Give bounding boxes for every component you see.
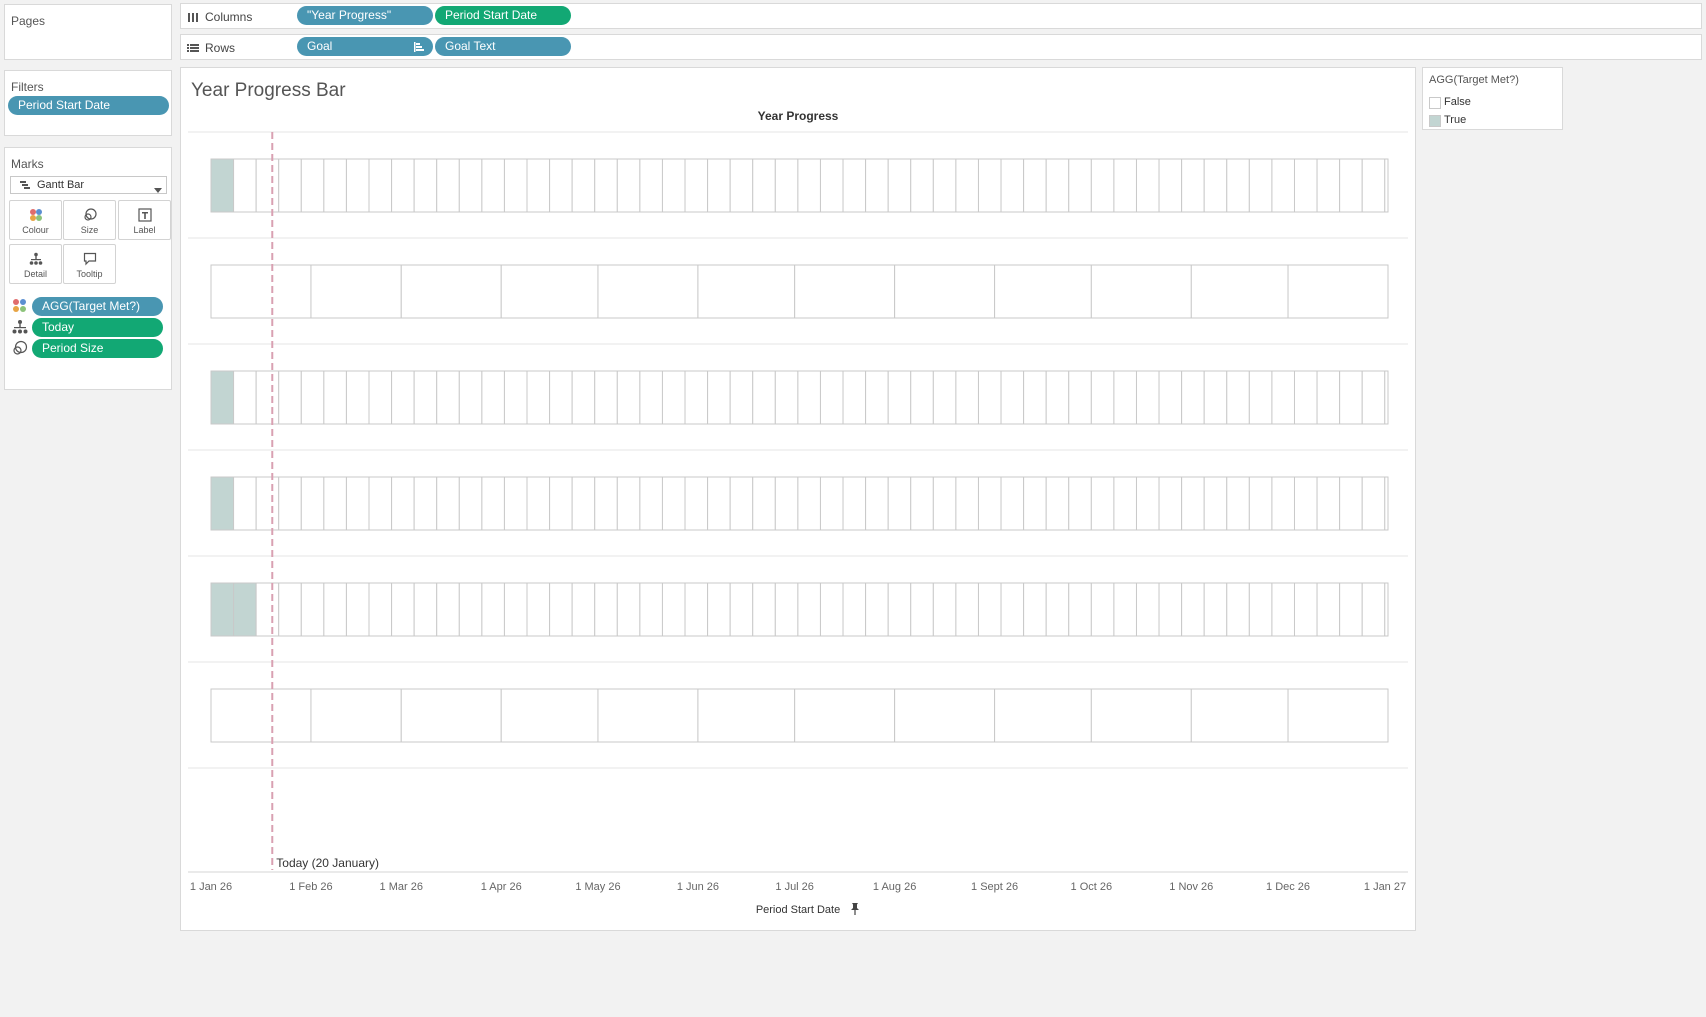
- mark-field-today[interactable]: Today: [32, 318, 163, 337]
- sort-icon[interactable]: [413, 40, 425, 52]
- rows-pill-goal-text[interactable]: Goal Text: [435, 37, 571, 56]
- size-encoding-icon: [12, 340, 28, 356]
- columns-pill-period-start-date[interactable]: Period Start Date: [435, 6, 571, 25]
- colour-encoding-icon: [12, 298, 28, 314]
- label-icon: [119, 208, 170, 222]
- rows-label: Rows: [205, 41, 236, 55]
- filter-pill-period-start-date[interactable]: Period Start Date: [8, 96, 169, 115]
- rows-pill-goal[interactable]: Goal: [297, 37, 433, 56]
- detail-icon: [10, 252, 61, 266]
- colour-card[interactable]: Colour: [9, 200, 62, 240]
- view-title: Year Progress Bar: [191, 80, 346, 101]
- label-card-label: Label: [133, 225, 156, 235]
- mark-field-period-size[interactable]: Period Size: [32, 339, 163, 358]
- colour-icon: [10, 208, 61, 222]
- columns-icon: [187, 10, 199, 22]
- legend-title: AGG(Target Met?): [1429, 74, 1519, 86]
- detail-card-label: Detail: [23, 269, 47, 279]
- legend-label-false: False: [1444, 96, 1471, 108]
- rows-icon: [187, 41, 199, 53]
- mark-field-agg-target-met[interactable]: AGG(Target Met?): [32, 297, 163, 316]
- columns-pill-year-progress[interactable]: "Year Progress": [297, 6, 433, 25]
- mark-type-label: Gantt Bar: [37, 179, 85, 191]
- size-card-label: Size: [80, 225, 99, 235]
- marks-title: Marks: [11, 157, 44, 171]
- view-panel: Year Progress Bar: [180, 67, 1416, 931]
- columns-label: Columns: [205, 10, 253, 24]
- tooltip-card-label: Tooltip: [76, 269, 103, 279]
- rows-pill-goal-label: Goal: [307, 39, 333, 53]
- colour-card-label: Colour: [22, 225, 49, 235]
- detail-card[interactable]: Detail: [9, 244, 62, 284]
- size-card[interactable]: Size: [63, 200, 116, 240]
- mark-type-dropdown[interactable]: Gantt Bar: [10, 176, 167, 194]
- legend-panel: AGG(Target Met?) False True: [1422, 67, 1563, 130]
- detail-encoding-icon: [12, 319, 28, 335]
- pages-shelf[interactable]: Pages: [4, 4, 172, 60]
- pages-title: Pages: [11, 14, 46, 28]
- tooltip-card[interactable]: Tooltip: [63, 244, 116, 284]
- size-icon: [64, 208, 115, 222]
- legend-swatch-false: [1429, 97, 1441, 109]
- chevron-down-icon: [154, 183, 162, 193]
- tooltip-icon: [64, 252, 115, 266]
- legend-label-true: True: [1444, 114, 1467, 126]
- label-card[interactable]: Label: [118, 200, 171, 240]
- filters-title: Filters: [11, 80, 44, 94]
- gantt-bar-icon: [19, 179, 31, 191]
- legend-swatch-true: [1429, 115, 1441, 127]
